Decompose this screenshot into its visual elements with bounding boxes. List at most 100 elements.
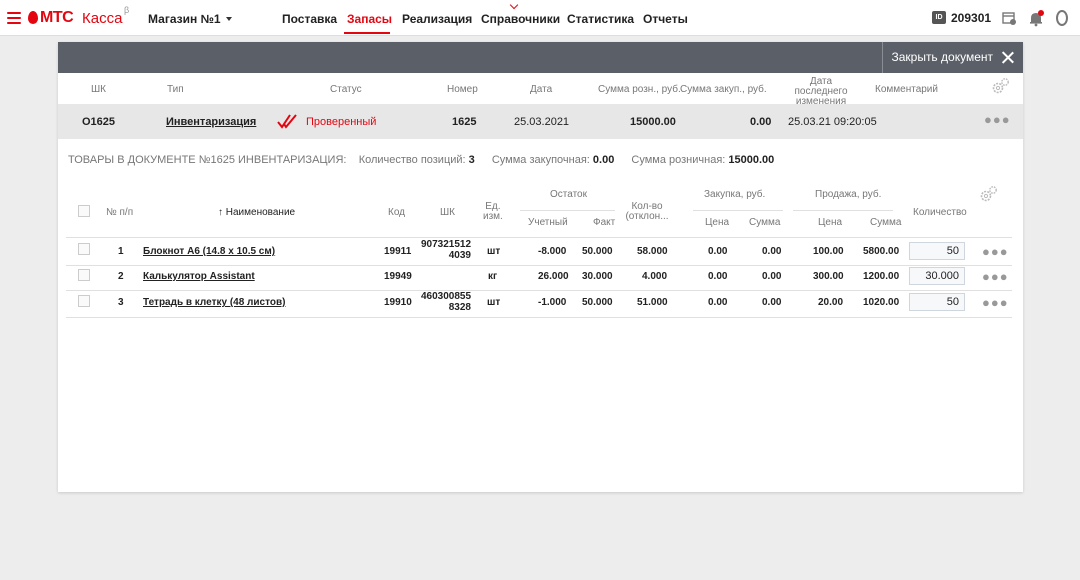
col-sum-retail[interactable]: Сумма розн., руб. xyxy=(598,84,681,95)
more-icon[interactable]: ●●● xyxy=(982,269,1009,284)
status-badge: Проверенный xyxy=(306,116,377,128)
document-table-header: ШК Тип Статус Номер Дата Сумма розн., ру… xyxy=(58,73,1023,107)
nav-item-references[interactable]: Справочники xyxy=(481,12,560,26)
row-deviation: 4.000 xyxy=(642,271,668,282)
active-nav-indicator xyxy=(344,32,390,34)
nav-item-stock[interactable]: Запасы xyxy=(347,12,392,26)
beta-badge: β xyxy=(124,5,130,15)
row-purchase-sum: 0.00 xyxy=(762,246,782,257)
document-row[interactable]: O1625 Инвентаризация Проверенный 1625 25… xyxy=(58,104,1023,139)
col-stock: Остаток xyxy=(550,189,587,200)
col-deviation[interactable]: Кол-во (отклон... xyxy=(621,202,673,222)
row-purchase-price: 0.00 xyxy=(708,297,728,308)
col-sale: Продажа, руб. xyxy=(815,189,882,200)
row-sale-price: 20.00 xyxy=(818,297,844,308)
col-number[interactable]: Номер xyxy=(447,84,478,95)
panel-header: Закрыть документ xyxy=(58,42,1023,73)
row-num: 2 xyxy=(118,271,124,282)
col-sale-sum[interactable]: Сумма xyxy=(870,217,901,228)
doc-type-link[interactable]: Инвентаризация xyxy=(166,116,256,128)
top-bar: МТС Касса β Магазин №1 Поставка Запасы Р… xyxy=(0,0,1080,36)
nav-item-statistics[interactable]: Статистика xyxy=(567,12,634,26)
close-document-label: Закрыть документ xyxy=(891,50,993,64)
doc-last-changed: 25.03.21 09:20:05 xyxy=(788,116,877,128)
row-purchase-sum: 0.00 xyxy=(762,271,782,282)
row-fact: 50.000 xyxy=(582,246,613,257)
mts-logo-icon xyxy=(28,11,38,24)
row-checkbox[interactable] xyxy=(78,269,90,281)
col-comment[interactable]: Комментарий xyxy=(875,84,938,95)
settings-gear-icon[interactable] xyxy=(990,77,1012,95)
close-icon xyxy=(1001,51,1014,64)
col-status[interactable]: Статус xyxy=(330,84,362,95)
select-all-checkbox[interactable] xyxy=(78,205,90,217)
row-barcode-line1: 907321512 xyxy=(421,239,472,250)
summary-title: ТОВАРЫ В ДОКУМЕНТЕ №1625 ИНВЕНТАРИЗАЦИЯ: xyxy=(68,154,347,166)
row-fact: 30.000 xyxy=(582,271,613,282)
row-sale-price: 300.00 xyxy=(813,271,844,282)
document-panel: Закрыть документ ШК Тип Статус Номер Дат… xyxy=(58,42,1023,492)
col-last-changed-line1: Дата последнего xyxy=(794,76,848,97)
row-num: 1 xyxy=(118,246,124,257)
nav-item-supply[interactable]: Поставка xyxy=(282,12,337,26)
col-purchase-sum[interactable]: Сумма xyxy=(749,217,780,228)
row-checkbox[interactable] xyxy=(78,295,90,307)
col-purchase-price[interactable]: Цена xyxy=(705,217,729,228)
chevron-down-icon xyxy=(225,17,232,21)
sale-divider xyxy=(793,210,893,211)
settings-gear-icon[interactable] xyxy=(978,185,1000,203)
quantity-input[interactable]: 50 xyxy=(909,293,965,311)
col-type[interactable]: Тип xyxy=(167,84,184,95)
doc-sum-purchase: 0.00 xyxy=(750,116,772,128)
nav-item-sales[interactable]: Реализация xyxy=(402,12,472,26)
row-accounting: -1.000 xyxy=(538,297,567,308)
col-goods-barcode[interactable]: ШК xyxy=(440,207,455,218)
row-name-link[interactable]: Блокнот А6 (14.8 x 10.5 см) xyxy=(143,246,275,257)
close-document-button[interactable]: Закрыть документ xyxy=(882,42,1023,73)
row-purchase-price: 0.00 xyxy=(708,271,728,282)
row-checkbox[interactable] xyxy=(78,243,90,255)
quantity-input[interactable]: 30.000 xyxy=(909,267,965,285)
doc-sum-retail: 15000.00 xyxy=(630,116,676,128)
col-stock-accounting[interactable]: Учетный xyxy=(528,217,568,228)
col-num[interactable]: № п/п xyxy=(106,207,133,218)
more-icon[interactable]: ●●● xyxy=(982,295,1009,310)
col-barcode[interactable]: ШК xyxy=(91,84,106,95)
logo-mts: МТС xyxy=(40,9,74,26)
bell-icon[interactable] xyxy=(1027,9,1045,27)
col-sum-purchase[interactable]: Сумма закуп., руб. xyxy=(680,84,767,95)
row-num: 3 xyxy=(118,297,124,308)
quantity-input[interactable]: 50 xyxy=(909,242,965,260)
doc-barcode: O1625 xyxy=(82,116,116,128)
row-code: 19911 xyxy=(384,246,412,257)
row-purchase-price: 0.00 xyxy=(708,246,728,257)
row-deviation: 51.000 xyxy=(637,297,668,308)
user-icon[interactable] xyxy=(1053,9,1071,27)
calendar-icon[interactable] xyxy=(1000,9,1018,27)
col-quantity[interactable]: Количество xyxy=(913,207,967,218)
user-id: 209301 xyxy=(951,11,992,25)
row-name-link[interactable]: Тетрадь в клетку (48 листов) xyxy=(143,297,285,308)
col-code[interactable]: Код xyxy=(388,207,405,218)
store-selector[interactable]: Магазин №1 xyxy=(148,12,232,26)
more-icon[interactable]: ●●● xyxy=(984,112,1011,127)
col-sale-price[interactable]: Цена xyxy=(818,217,842,228)
col-unit-line2: изм. xyxy=(483,211,503,222)
header-divider xyxy=(66,237,1012,238)
col-date[interactable]: Дата xyxy=(530,84,552,95)
col-name[interactable]: ↑ Наименование xyxy=(218,207,295,218)
nav-item-reports[interactable]: Отчеты xyxy=(643,12,688,26)
row-code: 19949 xyxy=(384,271,412,282)
hamburger-icon[interactable] xyxy=(7,12,21,24)
row-accounting: 26.000 xyxy=(538,271,569,282)
col-unit[interactable]: Ед. изм. xyxy=(483,202,503,222)
row-name-link[interactable]: Калькулятор Assistant xyxy=(143,271,255,282)
summary-purchase-label: Сумма закупочная: xyxy=(491,154,590,166)
row-fact: 50.000 xyxy=(582,297,613,308)
more-icon[interactable]: ●●● xyxy=(982,244,1009,259)
col-last-changed[interactable]: Дата последнего изменения xyxy=(786,77,856,107)
col-stock-fact[interactable]: Факт xyxy=(593,217,615,228)
row-sale-sum: 1200.00 xyxy=(863,271,900,282)
store-name: Магазин №1 xyxy=(148,12,221,26)
col-purchase: Закупка, руб. xyxy=(704,189,766,200)
